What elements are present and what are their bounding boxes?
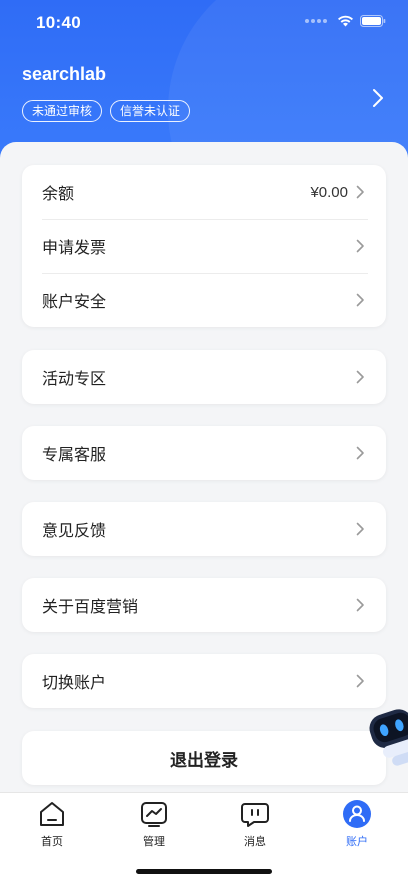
tab-account-label: 账户 — [346, 836, 368, 848]
service-label: 专属客服 — [42, 447, 107, 464]
tab-account[interactable]: 账户 — [322, 799, 392, 849]
home-icon — [17, 799, 87, 829]
feedback-row[interactable]: 意见反馈 — [22, 502, 386, 556]
username: searchlab — [22, 64, 107, 84]
about-card: 关于百度营销 — [22, 578, 386, 632]
chart-icon — [119, 799, 189, 829]
service-row[interactable]: 专属客服 — [22, 426, 386, 480]
review-status-badge: 未通过审核 — [22, 100, 103, 122]
activity-card: 活动专区 — [22, 350, 386, 404]
activity-label: 活动专区 — [42, 371, 107, 388]
chevron-right-icon — [356, 674, 366, 688]
tab-manage-label: 管理 — [143, 836, 165, 848]
chevron-right-icon — [356, 598, 366, 612]
balance-row[interactable]: 余额 ¥0.00 — [22, 165, 386, 219]
activity-row[interactable]: 活动专区 — [22, 350, 386, 404]
tab-home-label: 首页 — [41, 836, 63, 848]
invoice-row[interactable]: 申请发票 — [22, 219, 386, 273]
feedback-card: 意见反馈 — [22, 502, 386, 556]
switch-account-card: 切换账户 — [22, 654, 386, 708]
balance-value: ¥0.00 — [310, 183, 348, 201]
status-badges: 未通过审核 信誉未认证 — [22, 100, 191, 122]
assistant-robot-icon[interactable] — [368, 700, 408, 770]
account-card: 余额 ¥0.00 申请发票 账户安全 — [22, 165, 386, 327]
switch-account-row[interactable]: 切换账户 — [22, 654, 386, 708]
balance-label: 余额 — [42, 186, 75, 203]
message-icon — [220, 799, 290, 829]
chevron-right-icon — [356, 370, 366, 384]
about-label: 关于百度营销 — [42, 599, 139, 616]
switch-account-label: 切换账户 — [42, 675, 107, 692]
chevron-right-icon — [356, 293, 366, 307]
chevron-right-icon — [356, 446, 366, 460]
tab-messages-label: 消息 — [244, 836, 266, 848]
invoice-label: 申请发票 — [42, 240, 107, 257]
logout-button[interactable]: 退出登录 — [22, 731, 386, 785]
feedback-label: 意见反馈 — [42, 523, 107, 540]
profile-chevron-icon[interactable] — [372, 88, 384, 113]
status-time: 10:40 — [36, 13, 81, 32]
chevron-right-icon — [356, 185, 366, 199]
account-icon — [322, 799, 392, 829]
status-bar: 10:40 — [0, 0, 408, 44]
tab-home[interactable]: 首页 — [17, 799, 87, 849]
tab-messages[interactable]: 消息 — [220, 799, 290, 849]
battery-icon — [360, 15, 386, 27]
about-row[interactable]: 关于百度营销 — [22, 578, 386, 632]
account-security-label: 账户安全 — [42, 294, 107, 311]
signal-icon — [305, 19, 327, 23]
tab-manage[interactable]: 管理 — [119, 799, 189, 849]
account-security-row[interactable]: 账户安全 — [22, 273, 386, 327]
chevron-right-icon — [356, 522, 366, 536]
chevron-right-icon — [356, 239, 366, 253]
status-indicators — [305, 15, 386, 27]
wifi-icon — [338, 15, 353, 27]
home-indicator — [136, 869, 272, 874]
credit-status-badge: 信誉未认证 — [110, 100, 191, 122]
service-card: 专属客服 — [22, 426, 386, 480]
